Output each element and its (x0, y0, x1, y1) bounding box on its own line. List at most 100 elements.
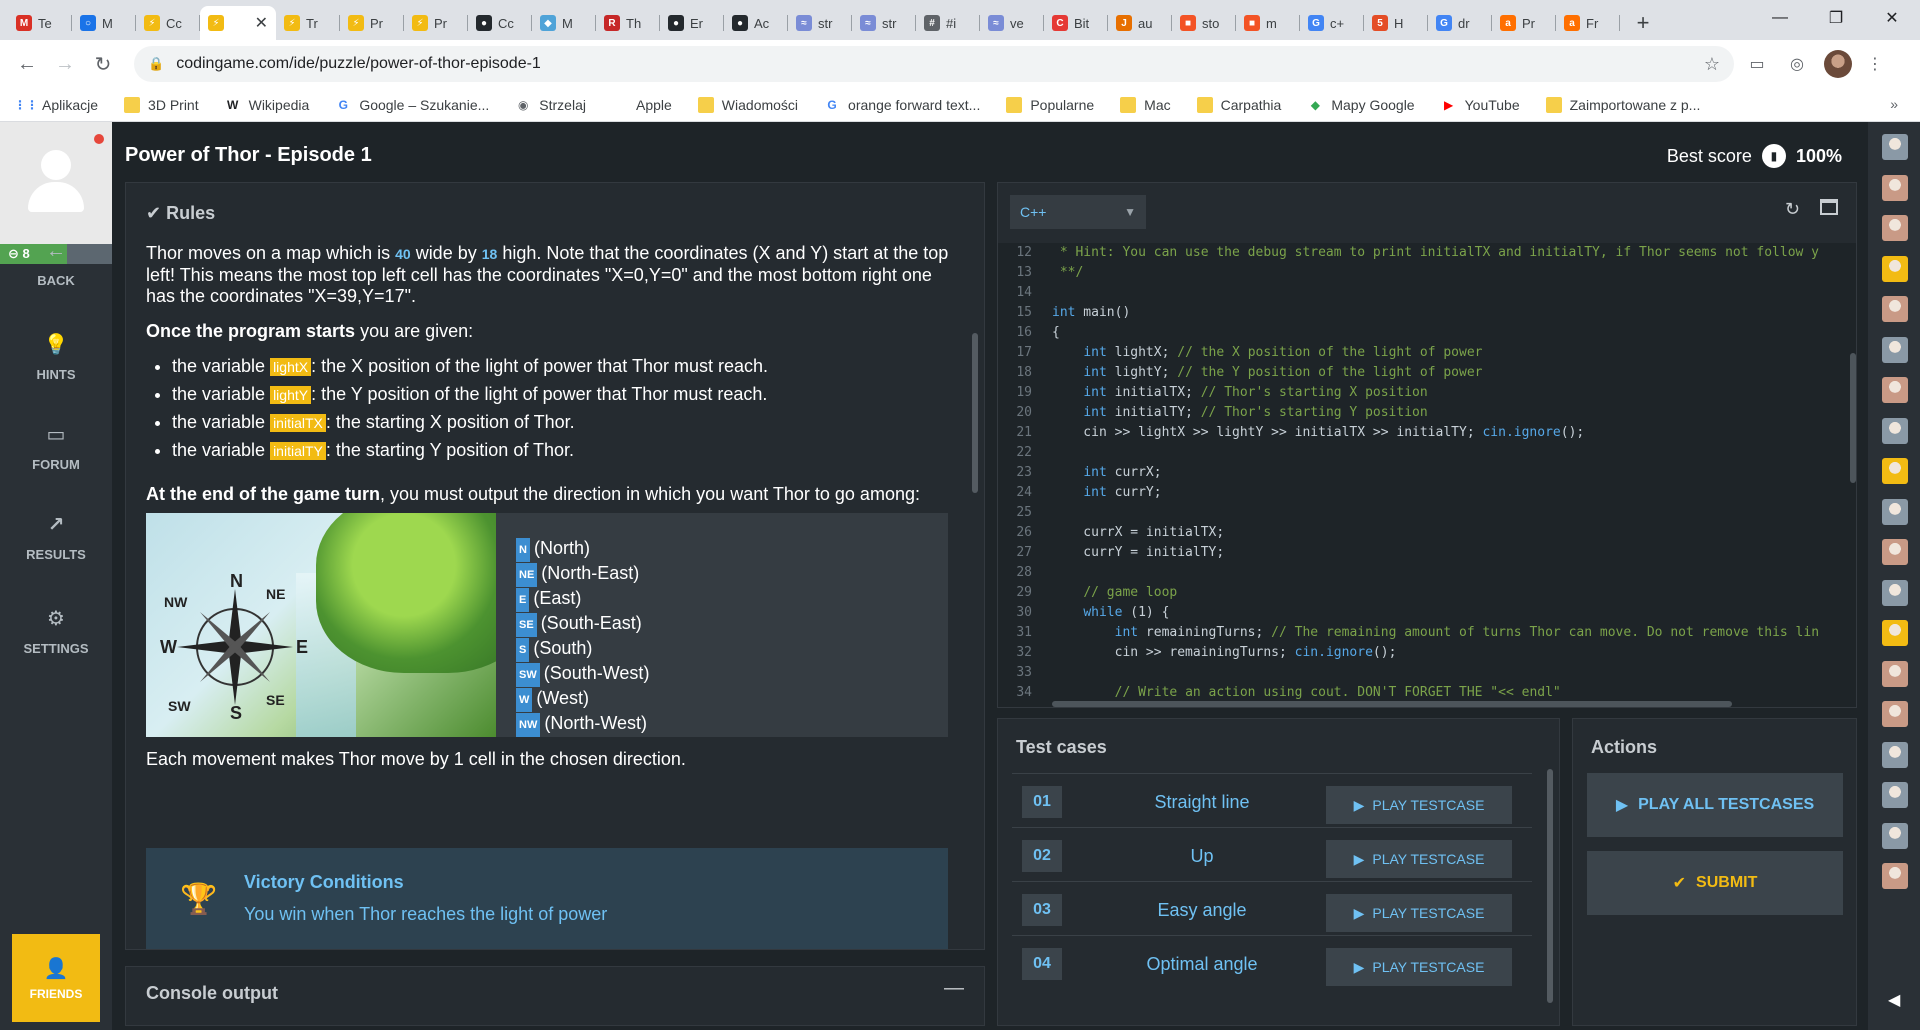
testcase-row[interactable]: 04 Optimal angle ▶ PLAY TESTCASE (1012, 935, 1532, 989)
maximize-icon[interactable]: ❐ (1808, 0, 1864, 36)
nav-hints[interactable]: 💡 HINTS (0, 332, 112, 382)
bookmark-item[interactable]: Popularne (1006, 96, 1094, 113)
menu-dots-icon[interactable]: ⋮ (1858, 47, 1892, 81)
browser-tab[interactable]: ● Ac (724, 6, 788, 40)
user-avatar-icon[interactable] (1882, 174, 1908, 201)
browser-tab[interactable]: a Pr (1492, 6, 1556, 40)
bot-avatar-icon[interactable] (1882, 741, 1908, 768)
bookmark-item[interactable]: Wiadomości (697, 96, 798, 113)
rocket-avatar-icon[interactable] (1882, 458, 1908, 484)
bookmark-item[interactable]: ◉ Strzelaj (515, 97, 586, 113)
play-testcase-button[interactable]: ▶ PLAY TESTCASE (1326, 894, 1512, 932)
statement-scrollbar[interactable] (972, 333, 978, 493)
testcases-scrollbar[interactable] (1547, 769, 1553, 1003)
play-all-testcases-button[interactable]: ▶ PLAY ALL TESTCASES (1587, 773, 1843, 837)
bookmark-item[interactable]: W Wikipedia (225, 97, 309, 113)
rocket-avatar-icon[interactable] (1882, 255, 1908, 282)
bookmark-item[interactable]: ◆ Mapy Google (1307, 97, 1415, 113)
browser-tab[interactable]: ⚡ ✕ (200, 6, 276, 40)
close-window-icon[interactable]: ✕ (1864, 0, 1920, 36)
user-avatar-icon[interactable] (1882, 701, 1908, 727)
bookmark-item[interactable]: Zaimportowane z p... (1545, 96, 1700, 113)
testcase-row[interactable]: 03 Easy angle ▶ PLAY TESTCASE (1012, 881, 1532, 935)
user-avatar-icon[interactable] (1882, 863, 1908, 889)
bookmark-item[interactable]: ▶ YouTube (1441, 97, 1520, 113)
bot-avatar-icon[interactable] (1882, 417, 1908, 444)
bot-avatar-icon[interactable] (1882, 822, 1908, 849)
bot-avatar-icon[interactable] (1882, 782, 1908, 808)
bookmark-item[interactable]: Apple (612, 97, 672, 113)
maximize-editor-icon[interactable] (1820, 199, 1838, 215)
bookmark-item[interactable]: Mac (1120, 96, 1171, 113)
extension-icon[interactable]: ◎ (1780, 47, 1814, 81)
minimize-icon[interactable]: — (1752, 0, 1808, 36)
browser-tab[interactable]: Gdr (1428, 6, 1492, 40)
forward-arrow-icon[interactable]: → (48, 47, 82, 81)
play-testcase-button[interactable]: ▶ PLAY TESTCASE (1326, 948, 1512, 986)
bot-avatar-icon[interactable] (1882, 134, 1908, 160)
code-area[interactable]: 12 * Hint: You can use the debug stream … (998, 243, 1856, 707)
nav-settings[interactable]: ⚙ SETTINGS (0, 606, 112, 656)
browser-tab[interactable]: # #i (916, 6, 980, 40)
browser-tab[interactable]: C Bit (1044, 6, 1108, 40)
browser-tab[interactable]: ■ m (1236, 6, 1300, 40)
browser-tab[interactable]: R Th (596, 6, 660, 40)
back-arrow-icon[interactable]: ← (10, 47, 44, 81)
reload-icon[interactable]: ↻ (86, 47, 120, 81)
bookmark-item[interactable]: G Google – Szukanie... (335, 97, 490, 113)
bookmarks-overflow-icon[interactable]: » (1890, 96, 1898, 112)
friends-button[interactable]: 👤 FRIENDS (12, 934, 100, 1022)
new-tab-button[interactable]: + (1626, 6, 1660, 40)
notification-bell-icon[interactable] (94, 134, 104, 144)
rocket-avatar-icon[interactable] (1882, 620, 1908, 646)
bookmark-item[interactable]: ⋮⋮ Aplikacje (14, 97, 98, 113)
user-avatar-icon[interactable] (1882, 377, 1908, 403)
browser-tab[interactable]: ⚡ Cc (136, 6, 200, 40)
editor-vertical-scrollbar[interactable] (1850, 353, 1856, 483)
star-icon[interactable]: ☆ (1704, 54, 1720, 75)
nav-results[interactable]: ↗ RESULTS (0, 512, 112, 562)
close-tab-icon[interactable]: ✕ (255, 13, 268, 33)
user-avatar-icon[interactable] (1882, 539, 1908, 565)
language-select[interactable]: C++ ▼ (1010, 195, 1146, 229)
bookmark-item[interactable]: 3D Print (124, 96, 199, 113)
address-bar[interactable]: 🔒 codingame.com/ide/puzzle/power-of-thor… (134, 46, 1734, 82)
browser-tab[interactable]: ≈ ve (980, 6, 1044, 40)
browser-tab[interactable]: ≈ str (788, 6, 852, 40)
user-avatar[interactable] (0, 122, 112, 244)
browser-tab[interactable]: Gc+ (1300, 6, 1364, 40)
user-avatar-icon[interactable] (1882, 296, 1908, 322)
nav-back[interactable]: ← BACK (0, 240, 112, 288)
browser-tab[interactable]: ■ sto (1172, 6, 1236, 40)
browser-tab[interactable]: ◆ M (532, 6, 596, 40)
browser-tab[interactable]: a Fr (1556, 6, 1620, 40)
profile-avatar[interactable] (1824, 50, 1852, 78)
testcase-row[interactable]: 02 Up ▶ PLAY TESTCASE (1012, 827, 1532, 881)
browser-tab[interactable]: ○ M (72, 6, 136, 40)
nav-forum[interactable]: ▭ FORUM (0, 422, 112, 472)
user-avatar-icon[interactable] (1882, 660, 1908, 687)
browser-tab[interactable]: M Te (8, 6, 72, 40)
play-testcase-button[interactable]: ▶ PLAY TESTCASE (1326, 786, 1512, 824)
browser-tab[interactable]: ● Er (660, 6, 724, 40)
bookmark-item[interactable]: Gorange forward text... (824, 97, 980, 113)
submit-button[interactable]: ✔ SUBMIT (1587, 851, 1843, 915)
testcase-row[interactable]: 01 Straight line ▶ PLAY TESTCASE (1012, 773, 1532, 827)
browser-tab[interactable]: Jau (1108, 6, 1172, 40)
browser-tab[interactable]: ● Cc (468, 6, 532, 40)
bot-avatar-icon[interactable] (1882, 579, 1908, 606)
editor-horizontal-scrollbar[interactable] (1052, 701, 1732, 707)
collapse-dock-icon[interactable]: ◀ (1888, 990, 1900, 1010)
browser-tab[interactable]: ⚡ Tr (276, 6, 340, 40)
reset-code-icon[interactable]: ↻ (1785, 199, 1800, 220)
bookmark-item[interactable]: Carpathia (1196, 96, 1281, 113)
browser-tab[interactable]: ⚡ Pr (340, 6, 404, 40)
user-avatar-icon[interactable] (1882, 215, 1908, 241)
browser-tab[interactable]: ≈ str (852, 6, 916, 40)
minimize-console-button[interactable]: — (944, 977, 964, 1000)
bot-avatar-icon[interactable] (1882, 336, 1908, 363)
browser-tab[interactable]: ⚡ Pr (404, 6, 468, 40)
browser-tab[interactable]: 5H (1364, 6, 1428, 40)
rules-header[interactable]: ✔ Rules (146, 203, 215, 224)
play-testcase-button[interactable]: ▶ PLAY TESTCASE (1326, 840, 1512, 878)
